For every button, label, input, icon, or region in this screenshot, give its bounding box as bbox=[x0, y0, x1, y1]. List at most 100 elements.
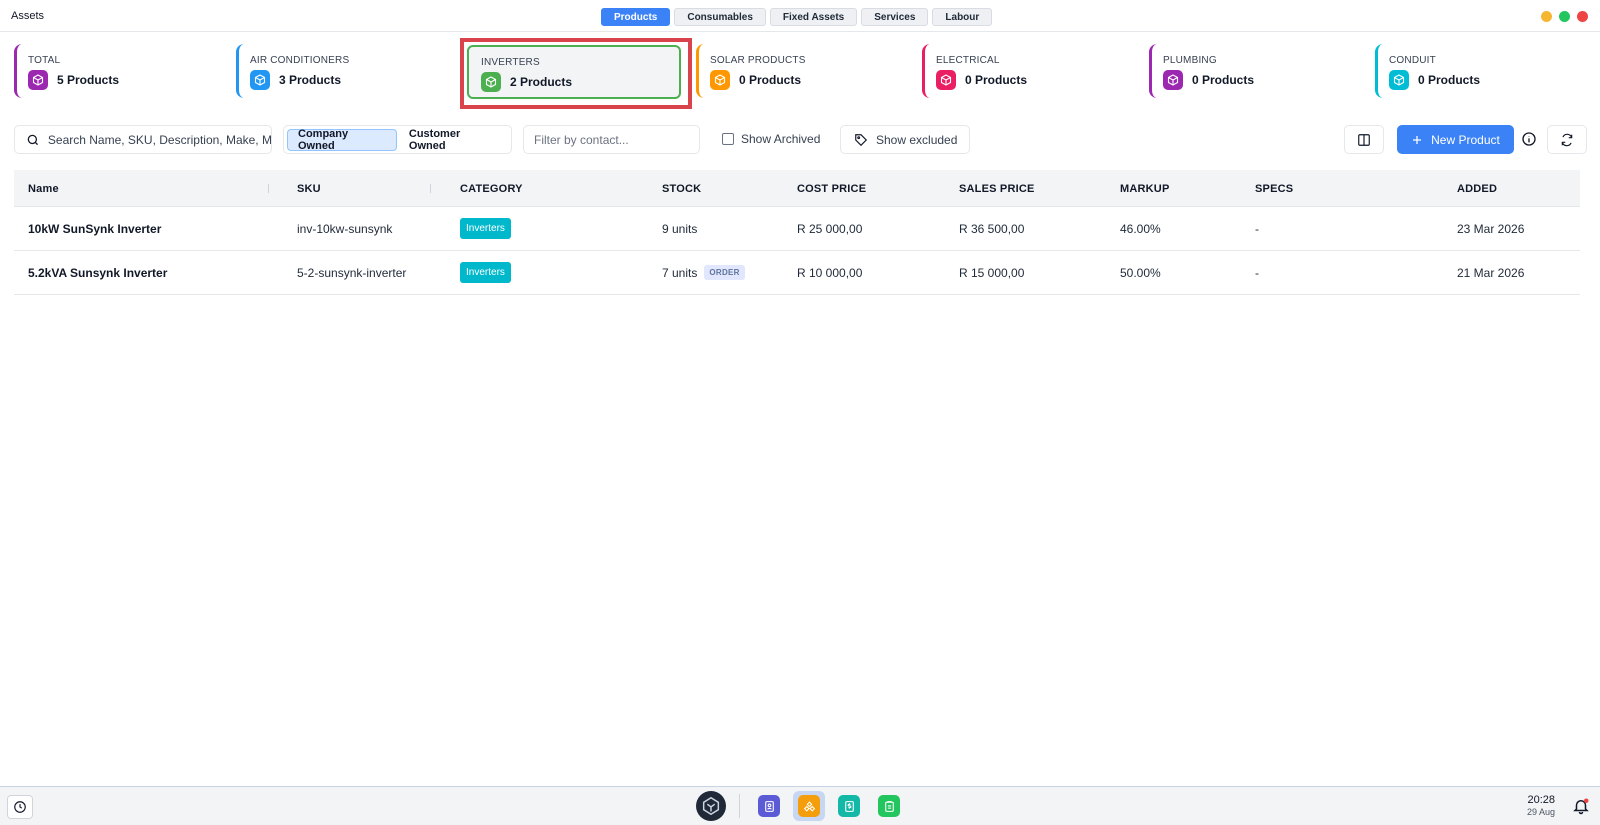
category-badge: Inverters bbox=[460, 262, 511, 283]
dock-divider bbox=[739, 794, 740, 818]
dock-app-tasks[interactable] bbox=[873, 791, 905, 821]
product-markup: 50.00% bbox=[1120, 265, 1161, 280]
columns-button[interactable] bbox=[1344, 125, 1384, 154]
table-row[interactable]: 10kW SunSynk Inverter inv-10kw-sunsynk I… bbox=[14, 207, 1580, 251]
table-row[interactable]: 5.2kVA Sunsynk Inverter 5-2-sunsynk-inve… bbox=[14, 251, 1580, 295]
show-archived-toggle[interactable]: Show Archived bbox=[722, 132, 820, 146]
refresh-button[interactable] bbox=[1547, 125, 1587, 154]
product-sales-price: R 36 500,00 bbox=[959, 221, 1025, 236]
category-label: PLUMBING bbox=[1163, 55, 1217, 66]
product-sku: inv-10kw-sunsynk bbox=[297, 221, 393, 236]
info-icon[interactable] bbox=[1521, 131, 1537, 147]
category-label: CONDUIT bbox=[1389, 55, 1436, 66]
product-category: Inverters bbox=[460, 251, 511, 294]
tab-products[interactable]: Products bbox=[601, 8, 671, 26]
invoices-app-icon bbox=[838, 795, 860, 817]
search-input[interactable] bbox=[47, 132, 271, 147]
category-card-electrical[interactable]: ELECTRICAL 0 Products bbox=[922, 44, 1134, 98]
product-stock: 7 units ORDER bbox=[662, 251, 745, 294]
minimize-button[interactable] bbox=[1541, 11, 1552, 22]
category-label: AIR CONDITIONERS bbox=[250, 55, 350, 66]
product-name: 10kW SunSynk Inverter bbox=[28, 221, 162, 236]
category-card-plumbing[interactable]: PLUMBING 0 Products bbox=[1149, 44, 1361, 98]
category-label: TOTAL bbox=[28, 55, 61, 66]
product-category: Inverters bbox=[460, 207, 511, 250]
column-header-category[interactable]: CATEGORY bbox=[460, 170, 523, 207]
box-icon bbox=[936, 70, 956, 90]
taskbar: 20:28 29 Aug bbox=[0, 786, 1600, 825]
refresh-icon bbox=[1561, 133, 1573, 146]
category-label: ELECTRICAL bbox=[936, 55, 1000, 66]
tag-icon bbox=[855, 133, 868, 146]
plus-icon bbox=[1413, 135, 1422, 144]
contact-filter-input[interactable] bbox=[523, 125, 700, 154]
box-icon bbox=[1163, 70, 1183, 90]
tab-fixed-assets[interactable]: Fixed Assets bbox=[769, 8, 858, 26]
category-count: 3 Products bbox=[279, 73, 342, 87]
maximize-button[interactable] bbox=[1559, 11, 1570, 22]
column-header-specs[interactable]: SPECS bbox=[1255, 170, 1293, 207]
show-excluded-button[interactable]: Show excluded bbox=[840, 125, 970, 154]
history-button[interactable] bbox=[7, 795, 33, 819]
clock-time: 20:28 bbox=[1527, 794, 1555, 806]
category-count: 0 Products bbox=[739, 73, 802, 87]
tab-consumables[interactable]: Consumables bbox=[674, 8, 766, 26]
category-badge: Inverters bbox=[460, 218, 511, 239]
category-card-conduit[interactable]: CONDUIT 0 Products bbox=[1375, 44, 1587, 98]
column-divider[interactable] bbox=[430, 184, 431, 193]
new-product-button[interactable]: New Product bbox=[1397, 125, 1514, 154]
clock-date: 29 Aug bbox=[1526, 807, 1555, 817]
category-card-solar-products[interactable]: SOLAR PRODUCTS 0 Products bbox=[696, 44, 908, 98]
dock-app-contacts[interactable] bbox=[753, 791, 785, 821]
window-controls bbox=[1541, 11, 1588, 22]
category-count: 0 Products bbox=[1192, 73, 1255, 87]
box-icon bbox=[1389, 70, 1409, 90]
category-label: SOLAR PRODUCTS bbox=[710, 55, 806, 66]
product-cost-price: R 25 000,00 bbox=[797, 221, 863, 236]
box-icon bbox=[250, 70, 270, 90]
dock-app-assets[interactable] bbox=[793, 791, 825, 821]
customer-owned-button[interactable]: Customer Owned bbox=[399, 128, 508, 152]
assets-app-icon bbox=[798, 795, 820, 817]
tab-labour[interactable]: Labour bbox=[932, 8, 993, 26]
category-count: 5 Products bbox=[57, 73, 120, 87]
column-header-markup[interactable]: MARKUP bbox=[1120, 170, 1169, 207]
app-dock bbox=[696, 791, 905, 821]
stock-value: 9 units bbox=[662, 221, 698, 236]
product-specs: - bbox=[1255, 265, 1259, 280]
category-card-total[interactable]: TOTAL 5 Products bbox=[14, 44, 226, 98]
category-count: 0 Products bbox=[965, 73, 1028, 87]
brand-logo-icon[interactable] bbox=[696, 791, 726, 821]
column-header-cost-price[interactable]: COST PRICE bbox=[797, 170, 866, 207]
bell-icon[interactable] bbox=[1572, 797, 1590, 815]
product-cost-price: R 10 000,00 bbox=[797, 265, 863, 280]
category-count: 0 Products bbox=[1418, 73, 1481, 87]
tab-services[interactable]: Services bbox=[861, 8, 929, 26]
contacts-app-icon bbox=[758, 795, 780, 817]
stock-value: 7 units bbox=[662, 265, 698, 280]
column-header-stock[interactable]: STOCK bbox=[662, 170, 701, 207]
selection-highlight bbox=[460, 38, 692, 109]
product-markup: 46.00% bbox=[1120, 221, 1161, 236]
column-header-sales-price[interactable]: SALES PRICE bbox=[959, 170, 1035, 207]
product-specs: - bbox=[1255, 221, 1259, 236]
category-cards: TOTAL 5 Products AIR CONDITIONERS 3 Prod… bbox=[14, 44, 1586, 100]
company-owned-button[interactable]: Company Owned bbox=[287, 128, 397, 152]
dock-app-invoices[interactable] bbox=[833, 791, 865, 821]
show-excluded-label: Show excluded bbox=[876, 132, 958, 147]
show-archived-checkbox[interactable] bbox=[722, 133, 734, 145]
product-name: 5.2kVA Sunsynk Inverter bbox=[28, 265, 168, 280]
category-card-air-conditioners[interactable]: AIR CONDITIONERS 3 Products bbox=[236, 44, 448, 98]
box-icon bbox=[710, 70, 730, 90]
product-added: 23 Mar 2026 bbox=[1457, 221, 1525, 236]
close-button[interactable] bbox=[1577, 11, 1588, 22]
column-header-added[interactable]: ADDED bbox=[1457, 170, 1497, 207]
system-clock[interactable]: 20:28 29 Aug bbox=[1515, 794, 1555, 817]
tasks-app-icon bbox=[878, 795, 900, 817]
column-header-sku[interactable]: SKU bbox=[297, 170, 321, 207]
new-product-label: New Product bbox=[1431, 132, 1500, 147]
box-icon bbox=[28, 70, 48, 90]
column-header-name[interactable]: Name bbox=[28, 170, 59, 207]
column-divider[interactable] bbox=[268, 184, 269, 193]
search-box bbox=[14, 125, 272, 154]
